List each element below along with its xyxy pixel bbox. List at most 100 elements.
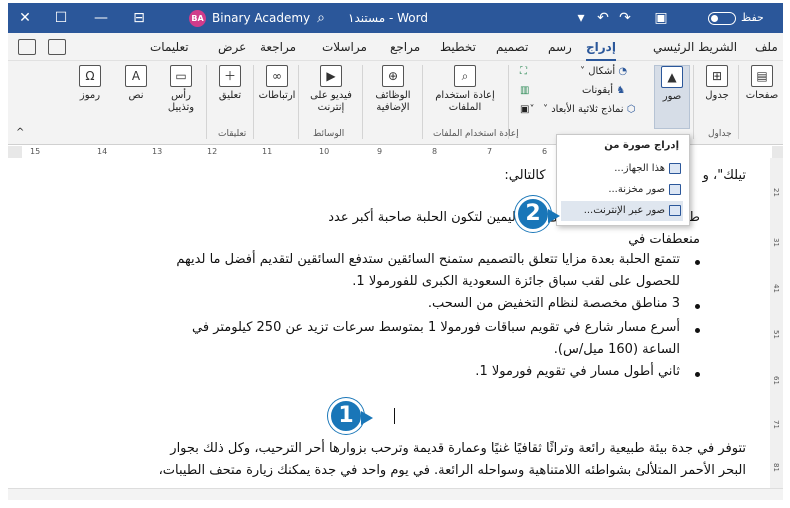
ruler-number: 51 xyxy=(772,330,780,339)
menu-item-this-device[interactable]: هذا الجهاز... xyxy=(561,159,683,179)
chart-icon[interactable]: ▥ xyxy=(520,85,529,96)
doc-line: منعطفات في xyxy=(628,232,700,247)
ruler-number: 7 xyxy=(487,147,493,156)
autosave-toggle[interactable] xyxy=(708,12,736,25)
tab-file[interactable]: ملف xyxy=(755,33,778,61)
title-bar: ✕ ☐ — ⊟ BA Binary Academy ⌕ Word - مستند… xyxy=(8,3,783,54)
tab-help[interactable]: تعليمات xyxy=(150,33,189,61)
search-icon[interactable]: ⌕ xyxy=(308,3,334,33)
text-button[interactable]: A نص xyxy=(118,65,154,102)
callout-number: 1 xyxy=(338,403,354,428)
bullet xyxy=(695,260,700,265)
online-video-button[interactable]: ▶ فيديو على إنترنت xyxy=(304,65,358,114)
pictures-button[interactable]: ▲ صور xyxy=(654,65,690,129)
ruler-number: 21 xyxy=(772,188,780,197)
cube-icon: ⬡ xyxy=(626,104,636,115)
callout-pointer xyxy=(361,411,373,425)
account-name[interactable]: Binary Academy xyxy=(212,3,310,33)
ruler-number: 13 xyxy=(152,147,163,156)
symbols-label: رموز xyxy=(79,90,101,101)
doc-line: أسرع مسار شارع في تقويم سباقات فورمولا 1… xyxy=(192,320,680,335)
ruler-number: 61 xyxy=(772,376,780,385)
media-group-label: الوسائط xyxy=(313,129,345,139)
insert-picture-menu: إدراج صورة من هذا الجهاز... صور مخزنة...… xyxy=(556,134,690,226)
tab-review[interactable]: مراجعة xyxy=(260,33,296,61)
callout-1: 1 xyxy=(328,398,373,434)
close-icon[interactable]: ✕ xyxy=(12,3,38,33)
ruler-number: 81 xyxy=(772,463,780,472)
comment-icon: ＋ xyxy=(219,65,241,87)
menu-item-label: صور عبر الإنترنت... xyxy=(583,205,665,216)
links-button[interactable]: ∞ ارتباطات xyxy=(258,65,296,102)
comment-button[interactable]: ＋ تعليق xyxy=(212,65,248,102)
addins-button[interactable]: ⊕ الوظائف الإضافية xyxy=(368,65,418,114)
doc-line: تتمتع الحلبة بعدة مزايا تتعلق بالتصميم س… xyxy=(176,252,680,267)
tab-mailings[interactable]: مراسلات xyxy=(322,33,367,61)
doc-line: 3 مناطق مخصصة لنظام التخفيض من السحب. xyxy=(427,296,680,311)
tab-draw[interactable]: رسم xyxy=(548,33,572,61)
tab-references[interactable]: مراجع xyxy=(390,33,420,61)
icons-icon: ♞ xyxy=(616,85,626,96)
reuse-files-button[interactable]: ⌕ إعادة استخدام الملفات xyxy=(428,65,502,114)
doc-line: ثاني أطول مسار في تقويم فورمولا 1. xyxy=(475,364,680,379)
comment-label: تعليق xyxy=(218,90,242,101)
ruler-number: 15 xyxy=(30,147,41,156)
comments-button[interactable] xyxy=(18,39,36,55)
symbols-button[interactable]: Ω رموز xyxy=(72,65,108,102)
header-footer-icon: ▭ xyxy=(170,65,192,87)
divider xyxy=(253,65,254,139)
icons-button[interactable]: ♞ أيقونات xyxy=(582,85,625,96)
ribbon: ▤ صفحات ⊞ جدول جداول ▲ صور ◔ أشكال ˅ ♞ أ… xyxy=(8,61,783,145)
autosave-label: حفظ تلقائي xyxy=(741,11,769,54)
tab-layout[interactable]: تخطيط xyxy=(440,33,476,61)
screenshot-icon[interactable]: ▣˅ xyxy=(520,104,534,115)
divider xyxy=(693,65,694,139)
tables-group-label: جداول xyxy=(708,129,732,139)
doc-line: الساعة (160 ميل/س). xyxy=(553,342,680,357)
pages-button[interactable]: ▤ صفحات xyxy=(744,65,780,102)
ribbon-tabs: تعليمات عرض مراجعة مراسلات مراجع تخطيط ت… xyxy=(8,33,783,61)
ruler-number: 11 xyxy=(262,147,273,156)
pictures-label: صور xyxy=(662,91,682,102)
smartart-icon[interactable]: ⛶ xyxy=(520,66,527,77)
callout-pointer xyxy=(548,209,560,223)
collapse-ribbon-icon[interactable]: ^ xyxy=(16,127,24,138)
minimize-icon[interactable]: — xyxy=(88,3,114,33)
avatar[interactable]: BA xyxy=(189,10,206,27)
table-button[interactable]: ⊞ جدول xyxy=(700,65,734,102)
ribbon-display-icon[interactable]: ⊟ xyxy=(126,3,152,33)
tab-insert[interactable]: إدراج xyxy=(586,33,616,61)
reuse-files-icon: ⌕ xyxy=(454,65,476,87)
tab-design[interactable]: تصميم xyxy=(496,33,528,61)
stock-images-icon xyxy=(669,184,681,195)
ruler-number: 41 xyxy=(772,284,780,293)
tab-view[interactable]: عرض xyxy=(218,33,246,61)
shapes-button[interactable]: ◔ أشكال ˅ xyxy=(580,66,627,77)
bullet xyxy=(695,372,700,377)
menu-item-stock-images[interactable]: صور مخزنة... xyxy=(561,180,683,200)
menu-title: إدراج صورة من xyxy=(604,140,679,151)
callout-number: 2 xyxy=(525,201,541,226)
restore-icon[interactable]: ☐ xyxy=(48,3,74,33)
save-icon[interactable]: ▣ xyxy=(648,3,674,33)
document-title: Word - مستند١ xyxy=(348,11,428,25)
addins-icon: ⊕ xyxy=(382,65,404,87)
video-icon: ▶ xyxy=(320,65,342,87)
ruler-number: 9 xyxy=(377,147,383,156)
menu-item-label: هذا الجهاز... xyxy=(614,163,665,174)
text-box-icon: A xyxy=(125,65,147,87)
shapes-label: أشكال xyxy=(588,66,616,77)
3d-models-button[interactable]: ⬡ نماذج ثلاثية الأبعاد ˅ xyxy=(543,104,636,115)
header-footer-label: رأس وتذييل xyxy=(167,90,195,113)
addins-label: الوظائف الإضافية xyxy=(375,90,411,113)
divider xyxy=(422,65,423,139)
divider xyxy=(362,65,363,139)
header-footer-button[interactable]: ▭ رأس وتذييل xyxy=(160,65,202,114)
icons-label: أيقونات xyxy=(582,85,614,96)
menu-item-online-pictures[interactable]: صور عبر الإنترنت... xyxy=(561,201,683,221)
share-button[interactable] xyxy=(48,39,66,55)
redo-icon[interactable]: ↷ xyxy=(612,3,638,33)
ruler-number: 12 xyxy=(207,147,218,156)
shapes-icon: ◔ xyxy=(618,66,628,77)
tab-home[interactable]: الشريط الرئيسي xyxy=(653,33,737,61)
